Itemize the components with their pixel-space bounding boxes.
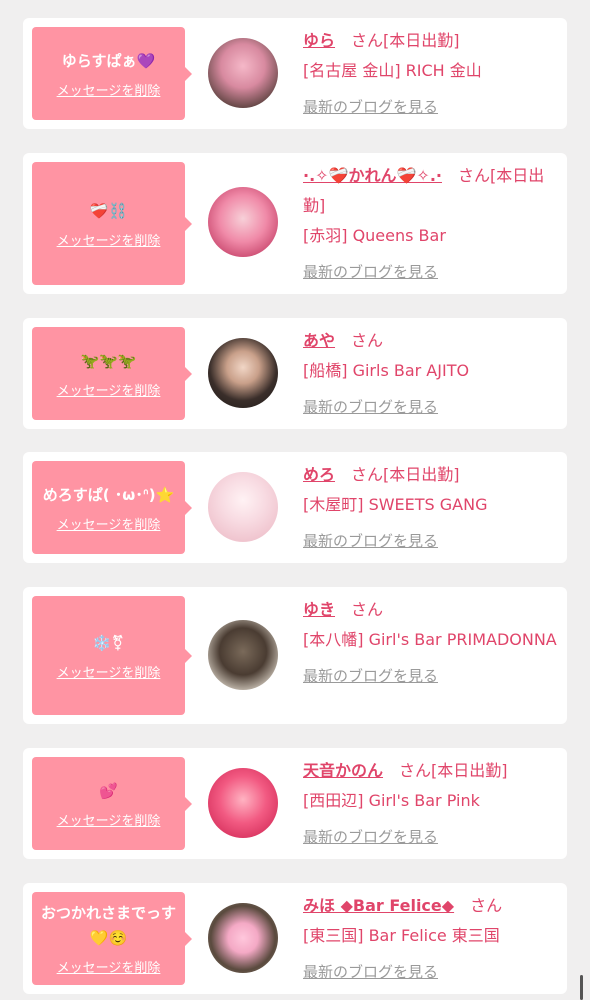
cast-info: ゆき さん [本八幡] Girl's Bar PRIMADONNA 最新のブログ…: [303, 595, 559, 691]
avatar[interactable]: [208, 38, 278, 108]
message-card: ❄️⚧ メッセージを削除 ゆき さん [本八幡] Girl's Bar PRIM…: [23, 587, 567, 724]
blog-link[interactable]: 最新のブログを見る: [303, 957, 438, 987]
avatar[interactable]: [208, 620, 278, 690]
honorific: さん: [458, 166, 491, 185]
blog-link[interactable]: 最新のブログを見る: [303, 526, 438, 556]
cast-name-link[interactable]: ゆき: [303, 600, 335, 619]
blog-link[interactable]: 最新のブログを見る: [303, 661, 438, 691]
cast-info: ゆら さん[本日出勤] [名古屋 金山] RICH 金山 最新のブログを見る: [303, 26, 559, 122]
delete-message-link[interactable]: メッセージを削除: [57, 810, 161, 829]
message-card: ゆらすぱぁ💜 メッセージを削除 ゆら さん[本日出勤] [名古屋 金山] RIC…: [23, 18, 567, 129]
shop-name: [船橋] Girls Bar AJITO: [303, 361, 470, 380]
shop-name: [赤羽] Queens Bar: [303, 226, 446, 245]
honorific: さん: [399, 761, 432, 780]
attendance-badge: [本日出勤]: [383, 465, 460, 484]
attendance-badge: [本日出勤]: [431, 761, 508, 780]
attendance-badge: [本日出勤]: [383, 31, 460, 50]
message-text: ゆらすぱぁ💜: [61, 51, 156, 70]
message-card: ❤️‍🩹⛓️ メッセージを削除 ·.✧❤️‍🩹かれん❤️‍🩹✧.· さん[本日出…: [23, 153, 567, 294]
message-card: 💕 メッセージを削除 天音かのん さん[本日出勤] [西田辺] Girl's B…: [23, 748, 567, 859]
message-text: めろすぱ( ･ω･ᐢ)⭐️: [42, 485, 175, 504]
cast-name-link[interactable]: あや: [303, 331, 335, 350]
message-card: めろすぱ( ･ω･ᐢ)⭐️ メッセージを削除 めろ さん[本日出勤] [木屋町]…: [23, 452, 567, 563]
message-bubble: 💕 メッセージを削除: [32, 757, 192, 850]
message-bubble: 🦖🦖🦖 メッセージを削除: [32, 327, 192, 420]
cast-name-link[interactable]: ゆら: [303, 31, 335, 50]
avatar[interactable]: [208, 903, 278, 973]
honorific: さん: [351, 331, 384, 350]
message-text: おつかれさまでっす💛☺️: [40, 904, 176, 947]
cast-info: 天音かのん さん[本日出勤] [西田辺] Girl's Bar Pink 最新の…: [303, 756, 559, 852]
delete-message-link[interactable]: メッセージを削除: [57, 514, 161, 533]
blog-link[interactable]: 最新のブログを見る: [303, 257, 438, 287]
cast-name-link[interactable]: みほ ◆Bar Felice◆: [303, 896, 454, 915]
shop-name: [本八幡] Girl's Bar PRIMADONNA: [303, 630, 557, 649]
message-bubble: ❄️⚧ メッセージを削除: [32, 596, 192, 715]
honorific: さん: [351, 465, 384, 484]
cast-info: あや さん [船橋] Girls Bar AJITO 最新のブログを見る: [303, 326, 559, 422]
message-bubble: ゆらすぱぁ💜 メッセージを削除: [32, 27, 192, 120]
cast-info: めろ さん[本日出勤] [木屋町] SWEETS GANG 最新のブログを見る: [303, 460, 559, 556]
message-card: 🦖🦖🦖 メッセージを削除 あや さん [船橋] Girls Bar AJITO …: [23, 318, 567, 429]
cast-info: ·.✧❤️‍🩹かれん❤️‍🩹✧.· さん[本日出勤] [赤羽] Queens B…: [303, 161, 559, 287]
cast-info: みほ ◆Bar Felice◆ さん [東三国] Bar Felice 東三国 …: [303, 891, 559, 987]
honorific: さん: [351, 600, 384, 619]
delete-message-link[interactable]: メッセージを削除: [57, 662, 161, 681]
honorific: さん: [470, 896, 503, 915]
avatar[interactable]: [208, 768, 278, 838]
message-bubble: ❤️‍🩹⛓️ メッセージを削除: [32, 162, 192, 285]
message-bubble: おつかれさまでっす💛☺️ メッセージを削除: [32, 892, 192, 985]
delete-message-link[interactable]: メッセージを削除: [57, 230, 161, 249]
honorific: さん: [351, 31, 384, 50]
shop-name: [名古屋 金山] RICH 金山: [303, 61, 482, 80]
shop-name: [東三国] Bar Felice 東三国: [303, 926, 500, 945]
shop-name: [木屋町] SWEETS GANG: [303, 495, 488, 514]
avatar[interactable]: [208, 187, 278, 257]
avatar[interactable]: [208, 472, 278, 542]
delete-message-link[interactable]: メッセージを削除: [57, 380, 161, 399]
blog-link[interactable]: 最新のブログを見る: [303, 392, 438, 422]
avatar[interactable]: [208, 338, 278, 408]
blog-link[interactable]: 最新のブログを見る: [303, 92, 438, 122]
cast-name-link[interactable]: ·.✧❤️‍🩹かれん❤️‍🩹✧.·: [303, 166, 442, 185]
scrollbar[interactable]: [580, 975, 583, 1000]
message-text: 💕: [99, 781, 118, 800]
message-text: ❄️⚧: [92, 633, 125, 652]
delete-message-link[interactable]: メッセージを削除: [57, 957, 161, 976]
delete-message-link[interactable]: メッセージを削除: [57, 80, 161, 99]
message-text: 🦖🦖🦖: [80, 351, 137, 370]
blog-link[interactable]: 最新のブログを見る: [303, 822, 438, 852]
message-bubble: めろすぱ( ･ω･ᐢ)⭐️ メッセージを削除: [32, 461, 192, 554]
shop-name: [西田辺] Girl's Bar Pink: [303, 791, 480, 810]
message-text: ❤️‍🩹⛓️: [89, 201, 128, 220]
cast-name-link[interactable]: 天音かのん: [303, 761, 383, 780]
cast-name-link[interactable]: めろ: [303, 465, 335, 484]
message-card: おつかれさまでっす💛☺️ メッセージを削除 みほ ◆Bar Felice◆ さん…: [23, 883, 567, 994]
